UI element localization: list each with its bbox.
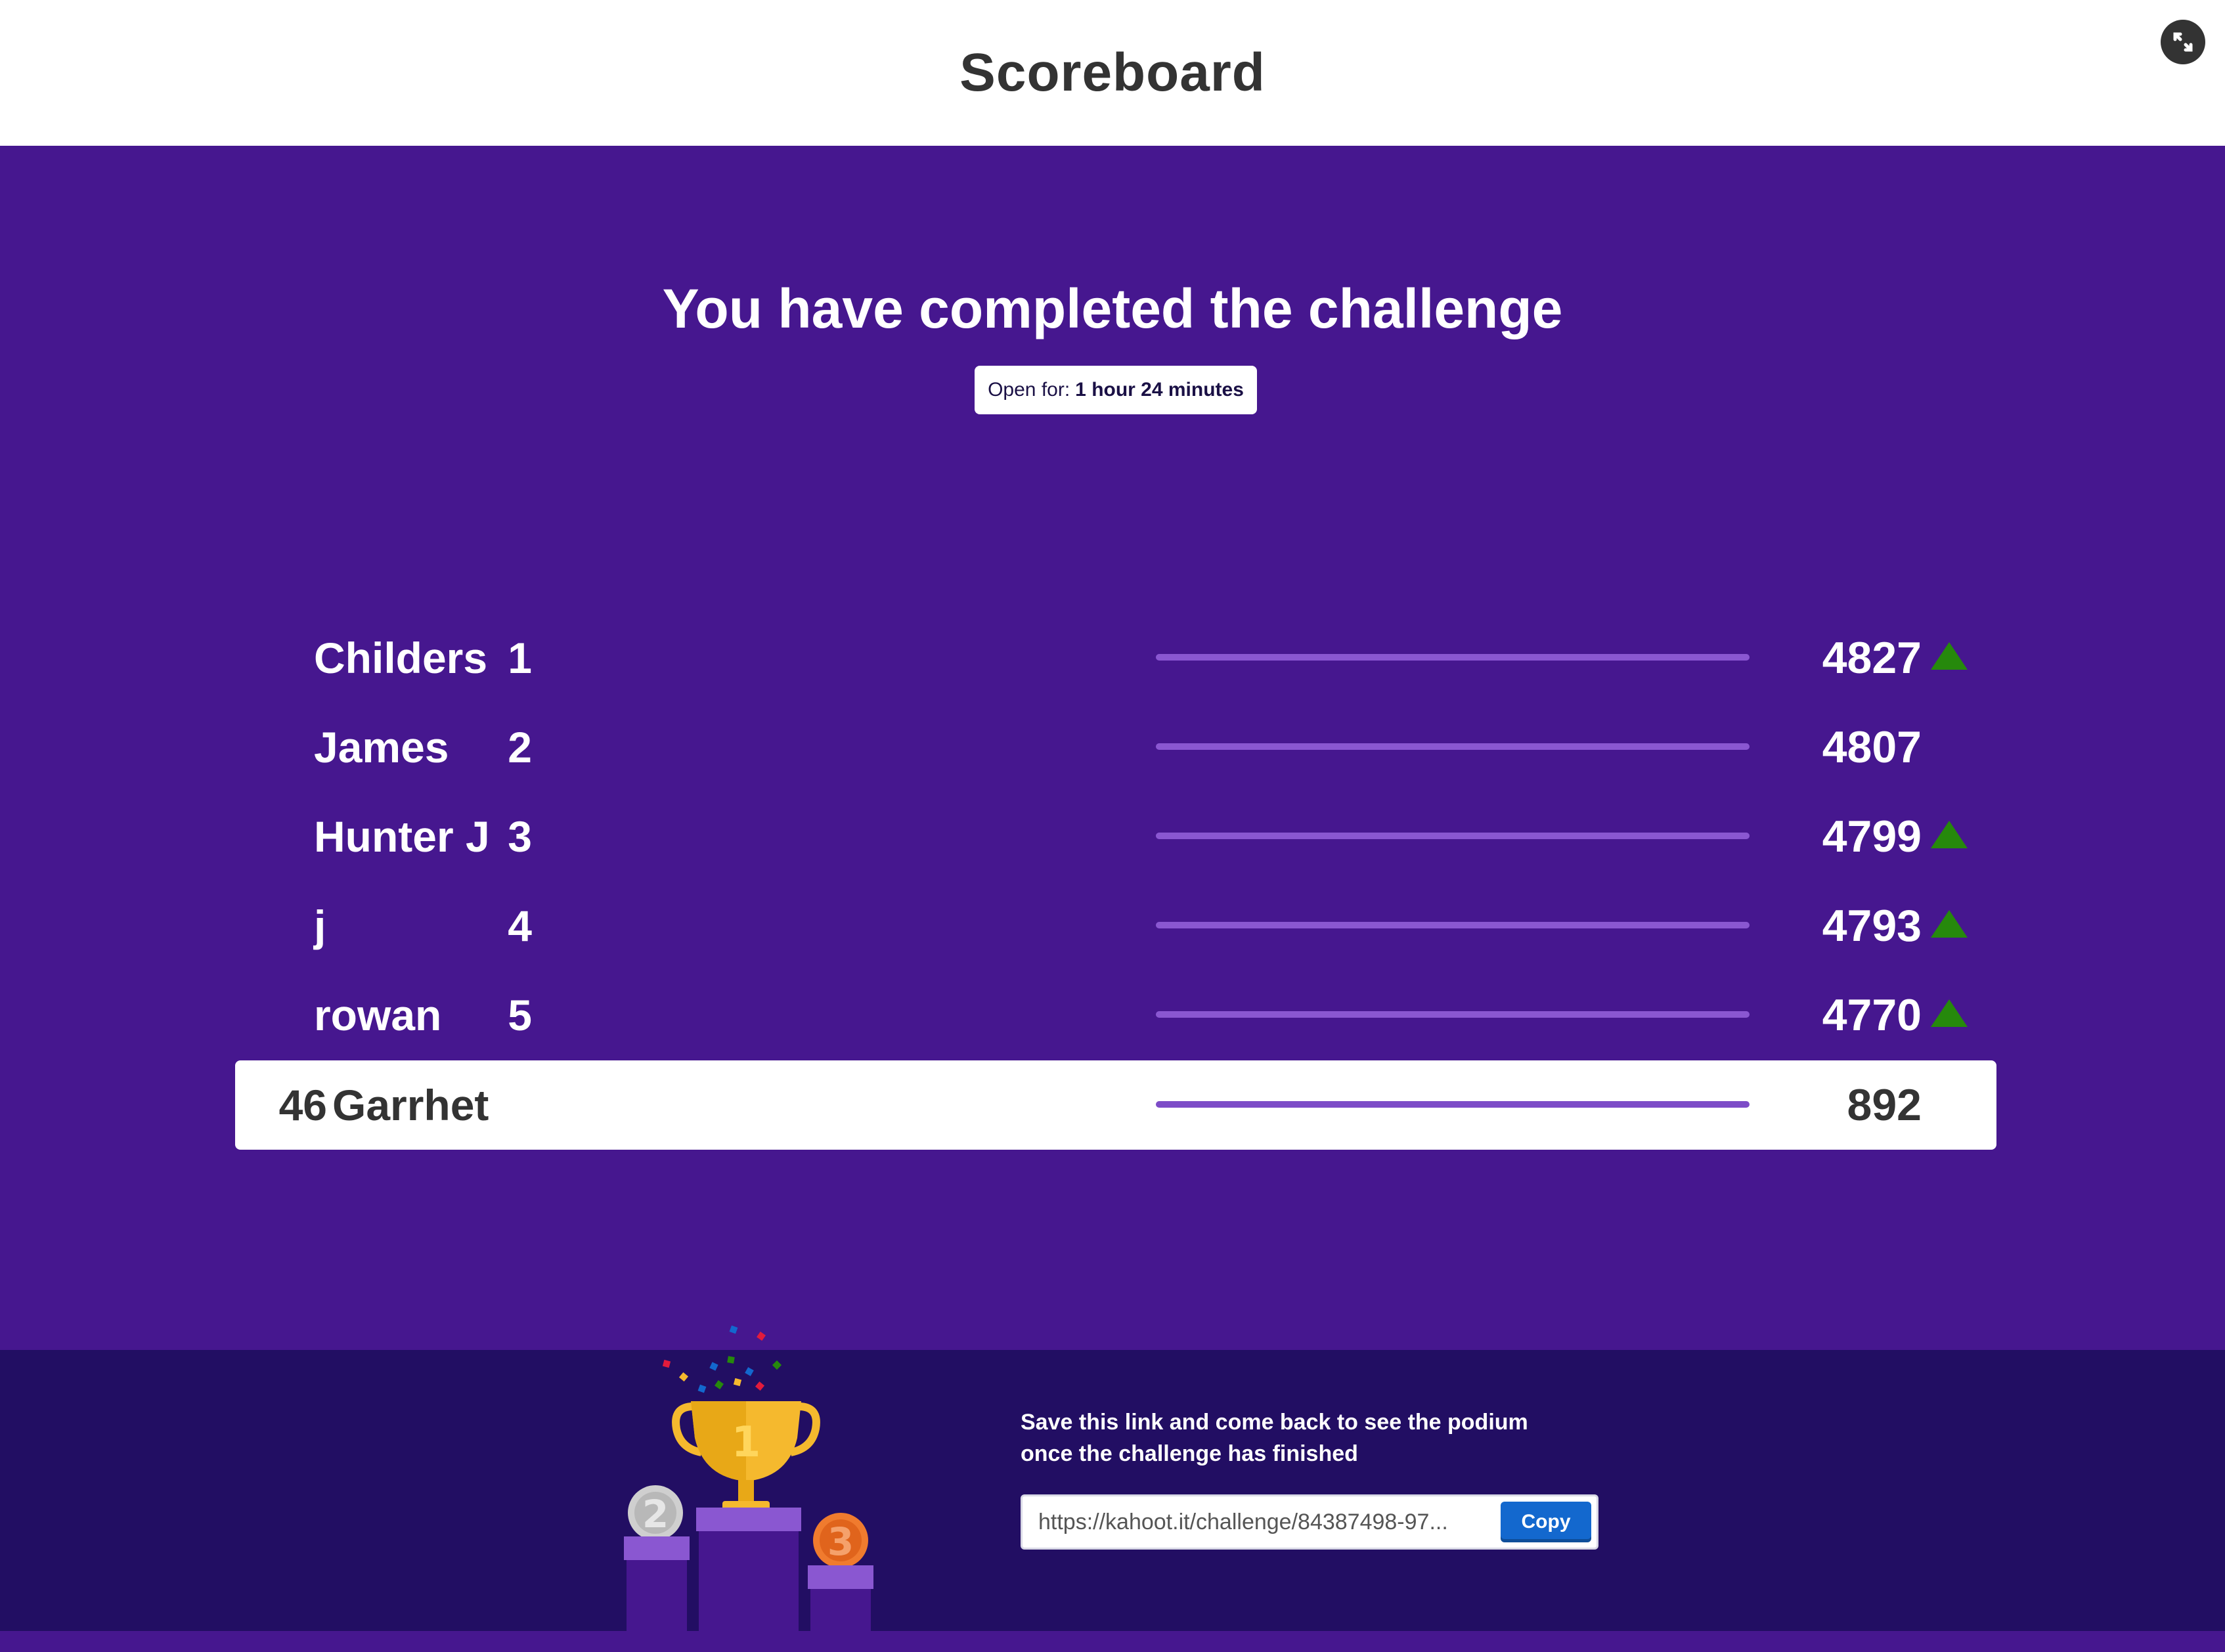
trophy-icon: 1 [672, 1401, 820, 1511]
leaderboard-row: 3 Hunter J 4799 [235, 792, 1996, 881]
score-bar-fill [1156, 1011, 1750, 1018]
player-score: 4827 [1822, 633, 1922, 683]
player-rank: 4 [508, 902, 532, 950]
player-score: 4799 [1822, 812, 1922, 861]
confetti-icon [662, 1325, 782, 1393]
challenge-headline: You have completed the challenge [662, 278, 1563, 339]
bronze-medal-icon: 3 [813, 1513, 868, 1568]
footer-panel [0, 1350, 2225, 1631]
player-name: Hunter J [314, 812, 490, 861]
open-for-label: Open for: [988, 379, 1070, 401]
save-link-line-2: once the challenge has finished [1021, 1441, 1358, 1466]
player-name: j [314, 902, 326, 950]
leaderboard-row: 1 Childers 4827 [235, 613, 1996, 703]
player-rank: 3 [508, 812, 532, 861]
expand-icon [2173, 32, 2193, 52]
challenge-link-field[interactable] [1038, 1496, 1485, 1548]
player-rank: 46 [278, 1081, 327, 1129]
player-name: James [314, 723, 449, 772]
copy-button[interactable]: Copy [1501, 1502, 1591, 1542]
page-title: Scoreboard [959, 43, 1266, 102]
score-bar [1156, 654, 1750, 661]
player-score: 4793 [1822, 901, 1922, 951]
svg-text:1: 1 [732, 1418, 761, 1467]
player-score: 892 [1847, 1080, 1922, 1130]
score-bar [1156, 833, 1750, 839]
bottom-strip [0, 1631, 2225, 1652]
trend-up-icon [1931, 821, 1968, 848]
svg-text:3: 3 [827, 1519, 854, 1564]
score-bar-fill [1156, 833, 1750, 839]
challenge-link-box: Copy [1021, 1494, 1598, 1550]
player-rank: 5 [508, 991, 532, 1039]
player-score: 4770 [1822, 990, 1922, 1040]
leaderboard-row: 5 rowan 4770 [235, 970, 1996, 1060]
top-bar: Scoreboard [0, 0, 2225, 146]
player-name: rowan [314, 991, 442, 1039]
fullscreen-button[interactable] [2161, 20, 2205, 64]
save-link-message: Save this link and come back to see the … [1021, 1406, 1612, 1469]
current-player-row: 46 Garrhet 892 [235, 1060, 1996, 1150]
player-score: 4807 [1822, 722, 1922, 772]
score-bar [1156, 1011, 1750, 1018]
score-bar-fill [1156, 1101, 1750, 1108]
trend-up-icon [1931, 910, 1968, 938]
score-bar-fill [1156, 922, 1750, 928]
leaderboard-row: 4 j 4793 [235, 881, 1996, 970]
player-name: Garrhet [332, 1081, 489, 1129]
score-bar-fill [1156, 654, 1750, 661]
trend-up-icon [1931, 642, 1968, 670]
trend-up-icon [1931, 999, 1968, 1027]
score-bar [1156, 1101, 1750, 1108]
save-link-line-1: Save this link and come back to see the … [1021, 1410, 1528, 1435]
open-for-value: 1 hour 24 minutes [1075, 379, 1244, 401]
score-bar [1156, 922, 1750, 928]
score-bar [1156, 743, 1750, 750]
player-rank: 2 [508, 723, 532, 772]
player-name: Childers [314, 634, 488, 682]
player-rank: 1 [508, 634, 532, 682]
silver-medal-icon: 2 [628, 1485, 683, 1540]
open-for-badge: Open for: 1 hour 24 minutes [975, 366, 1257, 414]
podium-trophy-illustration: 1 2 3 [624, 1325, 873, 1631]
leaderboard-row: 2 James 4807 [235, 703, 1996, 792]
svg-text:2: 2 [642, 1492, 669, 1536]
score-bar-fill [1156, 743, 1750, 750]
